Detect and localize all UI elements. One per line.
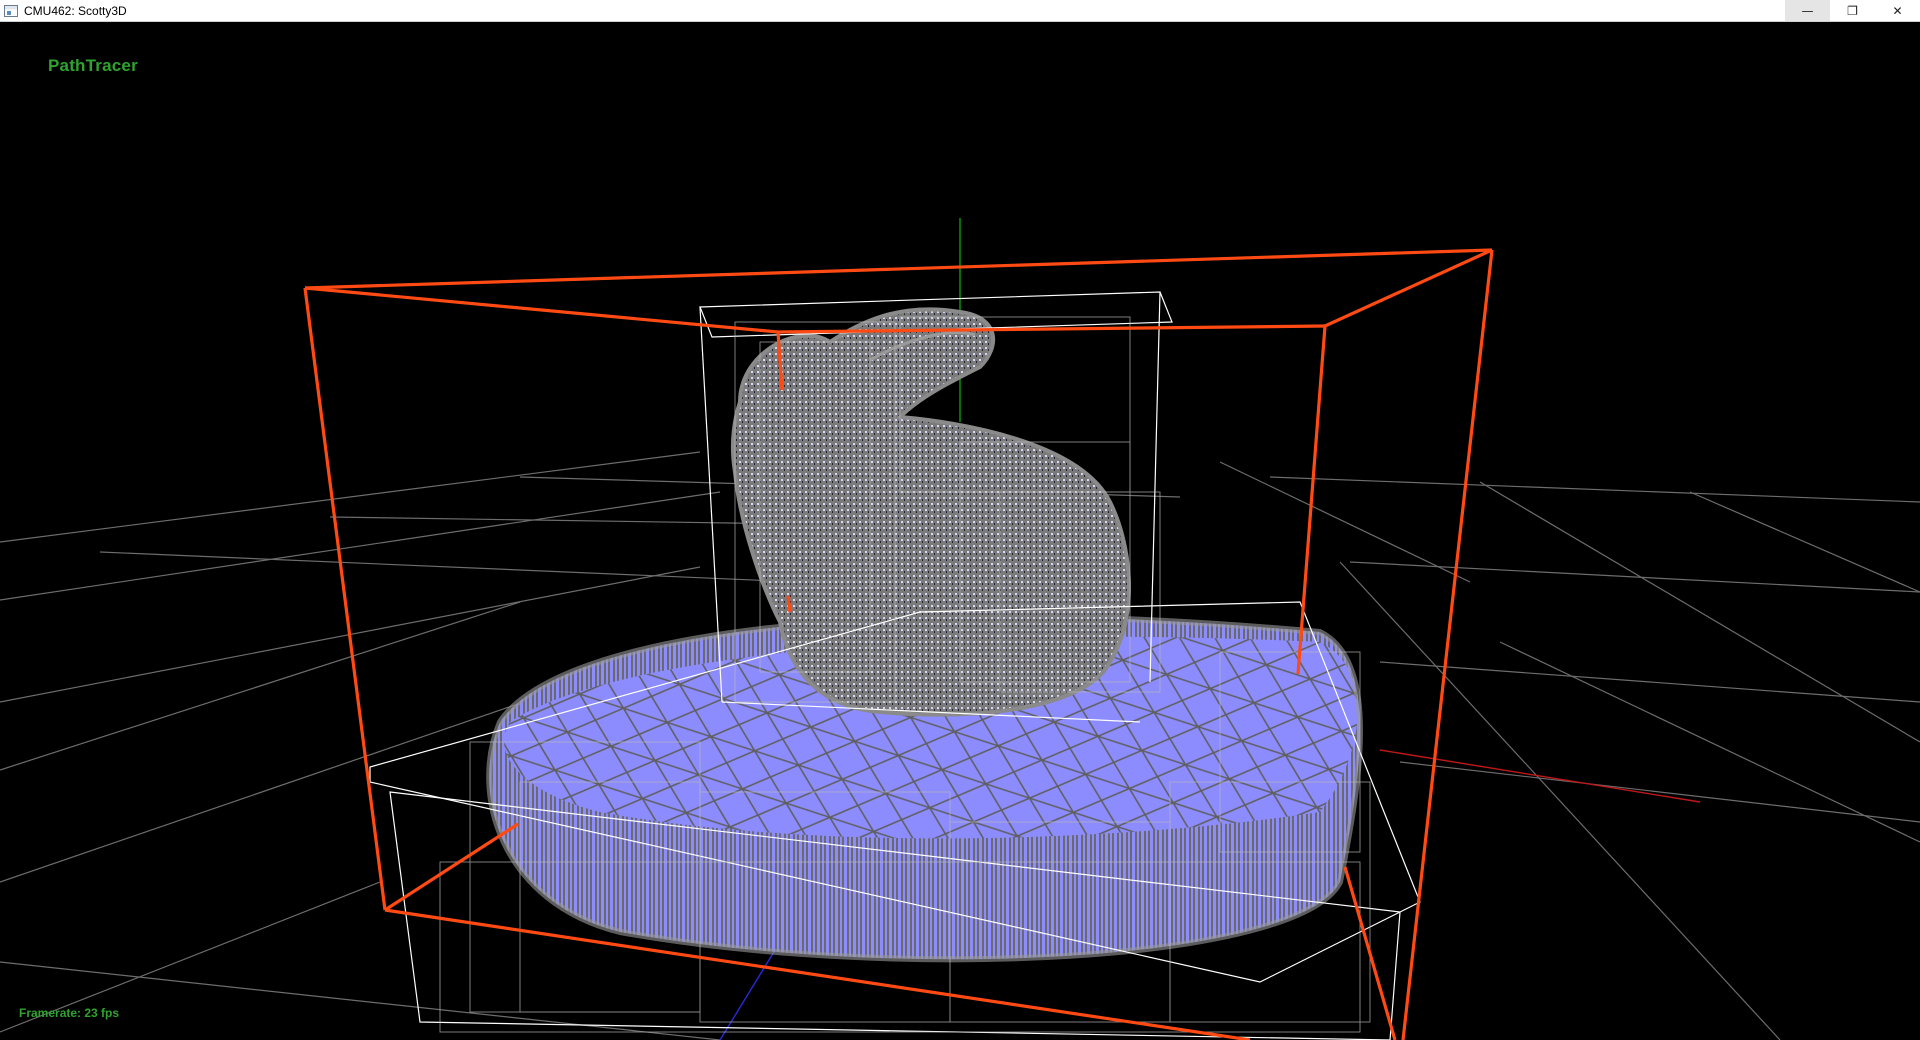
window-titlebar[interactable]: CMU462: Scotty3D — ❐ ✕	[0, 0, 1920, 22]
minimize-button[interactable]: —	[1785, 0, 1830, 21]
axis-x-line	[1379, 749, 1701, 803]
root-box-edge	[786, 595, 792, 613]
app-window-icon	[4, 4, 18, 17]
axis-z-line	[719, 941, 781, 1040]
root-box-edge	[1296, 325, 1327, 675]
close-button[interactable]: ✕	[1875, 0, 1920, 21]
root-box-edge	[304, 286, 779, 334]
framerate-readout: Framerate: 23 fps	[19, 1006, 120, 1020]
mode-label: PathTracer	[48, 56, 138, 75]
root-box-edge	[304, 248, 1493, 290]
root-box-edge	[384, 822, 519, 912]
window-title: CMU462: Scotty3D	[24, 3, 127, 18]
window-controls: — ❐ ✕	[1785, 0, 1920, 22]
root-box-edge	[1324, 248, 1493, 328]
3d-viewport[interactable]: PathTracer Framerate: 23 fps	[0, 22, 1920, 1040]
root-box-edge	[303, 287, 387, 911]
restore-button[interactable]: ❐	[1830, 0, 1875, 21]
bunny-mesh	[730, 307, 1131, 717]
scene-render[interactable]	[0, 22, 1920, 1040]
